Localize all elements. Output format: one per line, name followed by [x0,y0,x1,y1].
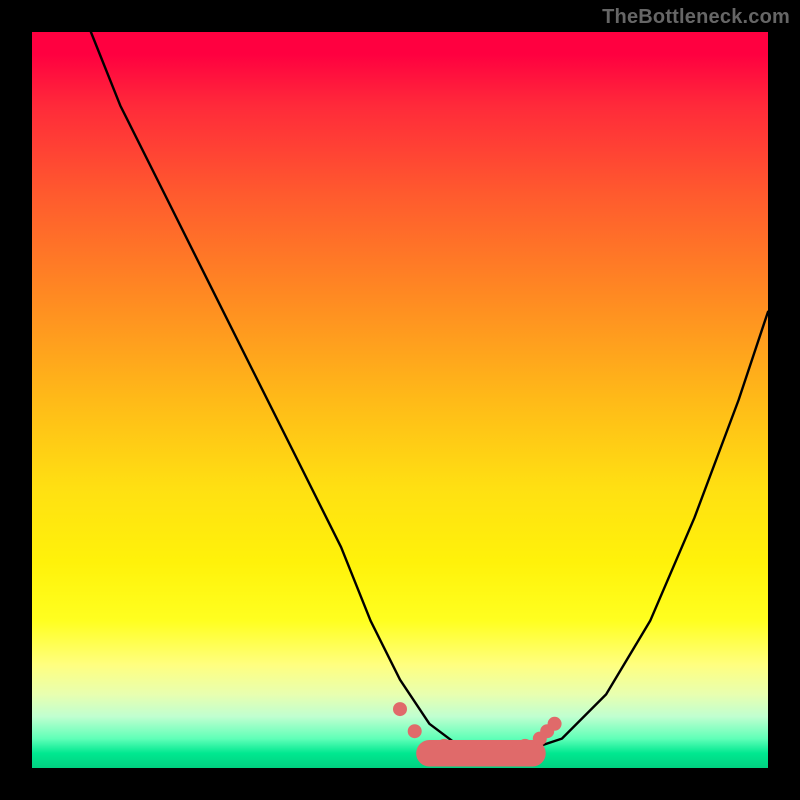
highlight-dot [437,739,451,753]
highlight-dot [503,746,517,760]
highlight-dot [393,702,407,716]
bottleneck-curve [91,32,768,753]
highlight-dot [408,724,422,738]
curve-layer [32,32,768,768]
chart-frame: TheBottleneck.com [0,0,800,800]
highlight-dot [481,746,495,760]
watermark-text: TheBottleneck.com [602,6,790,29]
highlight-dot [459,746,473,760]
highlight-dot [518,739,532,753]
plot-area [32,32,768,768]
highlight-dot [548,717,562,731]
